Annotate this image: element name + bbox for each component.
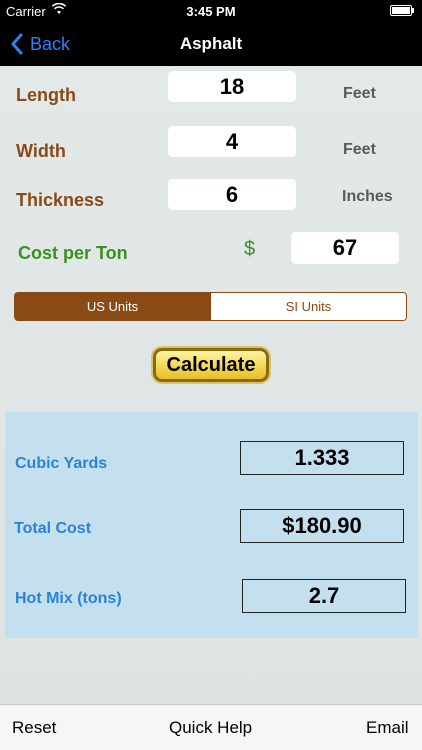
reset-button[interactable]: Reset <box>12 718 56 738</box>
length-unit: Feet <box>343 85 376 102</box>
cost-per-ton-input[interactable]: 67 <box>291 232 399 264</box>
currency-symbol: $ <box>244 238 256 260</box>
total-cost-label: Total Cost <box>14 520 92 537</box>
bottom-toolbar: Reset Quick Help Email <box>0 704 422 750</box>
calculator-form: Length 18 Feet Width 4 Feet Thickness 6 … <box>0 66 422 704</box>
thickness-label: Thickness <box>16 190 105 210</box>
cost-per-ton-label: Cost per Ton <box>18 243 128 263</box>
cubic-yards-value: 1.333 <box>240 441 404 475</box>
width-input[interactable]: 4 <box>168 126 296 157</box>
thickness-input[interactable]: 6 <box>168 179 296 210</box>
results-panel: Cubic Yards 1.333 Total Cost $180.90 Hot… <box>5 412 418 638</box>
length-label: Length <box>16 85 76 105</box>
email-button[interactable]: Email <box>366 718 409 738</box>
calculate-button[interactable]: Calculate <box>153 348 269 382</box>
thickness-unit: Inches <box>342 188 393 205</box>
width-label: Width <box>16 141 66 161</box>
length-input[interactable]: 18 <box>168 71 296 102</box>
status-time: 3:45 PM <box>186 4 236 19</box>
quick-help-button[interactable]: Quick Help <box>169 718 252 738</box>
width-unit: Feet <box>343 141 376 158</box>
page-title: Asphalt <box>179 34 243 53</box>
cubic-yards-label: Cubic Yards <box>15 455 108 472</box>
us-units-option[interactable]: US Units <box>15 293 210 320</box>
hot-mix-value: 2.7 <box>242 579 406 613</box>
navigation-bar: Back Asphalt <box>0 22 422 66</box>
battery-icon <box>390 5 414 16</box>
status-bar: Carrier 3:45 PM <box>0 0 422 22</box>
hot-mix-label: Hot Mix (tons) <box>15 590 122 607</box>
total-cost-value: $180.90 <box>240 509 404 543</box>
si-units-option[interactable]: SI Units <box>210 293 406 320</box>
units-toggle: US Units SI Units <box>14 292 407 321</box>
